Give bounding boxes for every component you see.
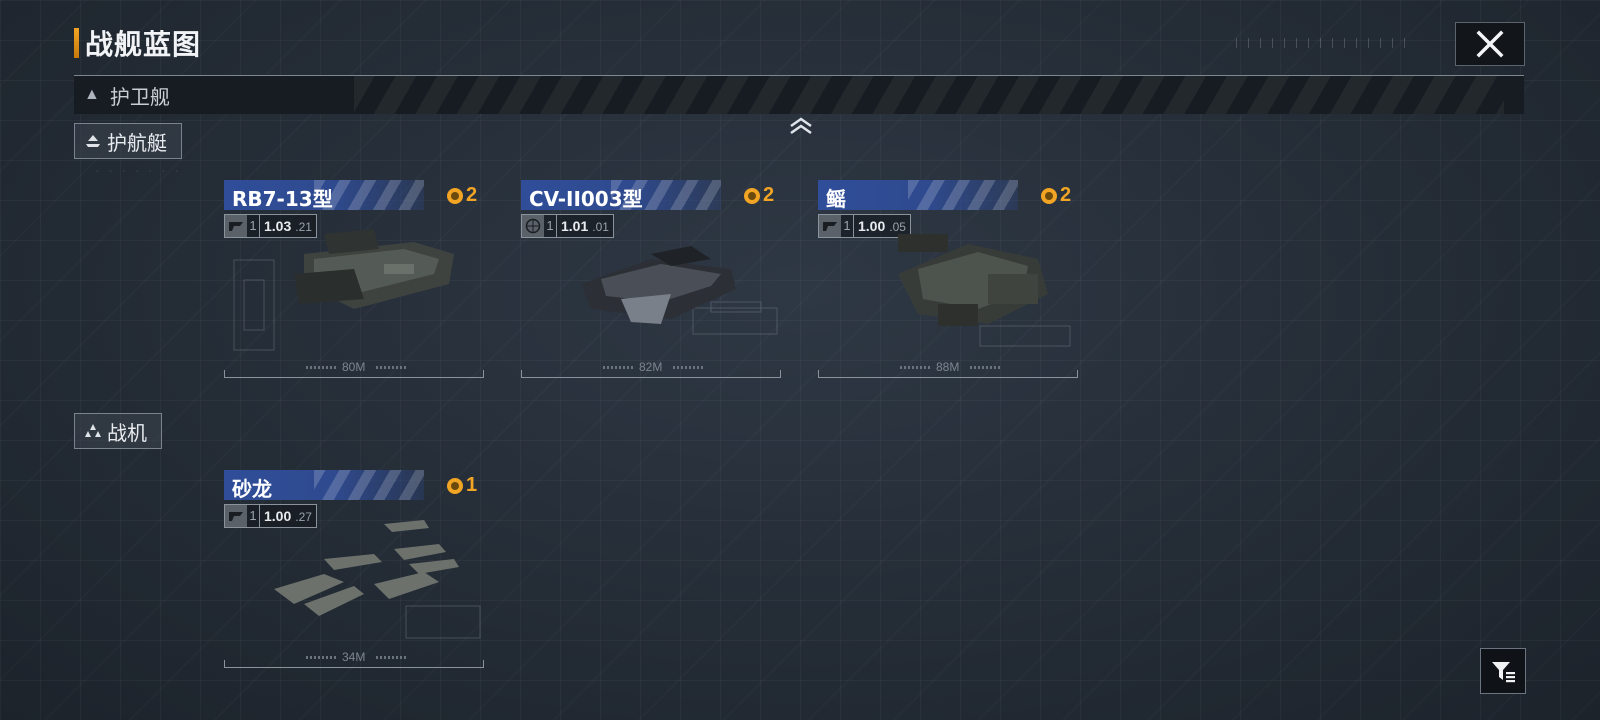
tier-value: 1 <box>247 505 260 527</box>
length-scale: 82M <box>521 360 781 380</box>
command-cost-icon <box>1041 187 1057 204</box>
cost-badge: 2 <box>1040 184 1071 207</box>
length-scale: 88M <box>818 360 1078 380</box>
cost-value: 2 <box>1060 184 1072 206</box>
close-button[interactable] <box>1455 22 1525 66</box>
cost-badge: 1 <box>446 474 477 497</box>
triangle-icon: ▲ <box>84 86 100 103</box>
tier-value: 1 <box>544 215 557 237</box>
category-label: 护卫舰 <box>109 84 170 109</box>
ship-model-image <box>274 520 459 616</box>
ship-length: 88M <box>936 360 960 374</box>
tier-value: 1 <box>841 215 854 237</box>
section-tab-escort[interactable]: 护航艇 <box>74 123 182 159</box>
ship-name: 鳐 <box>826 187 846 211</box>
cost-badge: 2 <box>743 184 774 207</box>
page-header: 战舰蓝图 <box>74 26 202 61</box>
escort-boat-icon <box>86 135 100 147</box>
ship-name: CV-II003型 <box>529 187 643 211</box>
globe-icon <box>522 215 544 237</box>
ship-card-rb7-13[interactable]: RB7-13型 2 1 1.03 .21 80M <box>224 180 486 380</box>
ship-length: 34M <box>342 650 366 664</box>
cost-value: 2 <box>763 184 775 206</box>
tier-value: 1 <box>247 215 260 237</box>
filter-button[interactable] <box>1480 648 1526 694</box>
close-icon <box>1476 30 1504 58</box>
ship-length: 80M <box>342 360 366 374</box>
ship-model-image <box>898 234 1048 326</box>
faction-emblem-icon <box>819 215 841 237</box>
command-cost-icon <box>447 477 463 494</box>
cost-value: 2 <box>466 184 478 206</box>
ship-length: 82M <box>639 360 663 374</box>
ship-name: RB7-13型 <box>232 187 333 211</box>
section-label: 战机 <box>107 420 147 445</box>
cost-value: 1 <box>466 474 478 496</box>
decorative-ticks <box>1236 38 1416 48</box>
ship-card-cv-ii003[interactable]: CV-II003型 2 1 1.01 .01 82M <box>521 180 783 380</box>
ship-card-ray[interactable]: 鳐 2 1 1.00 .05 88M <box>818 180 1080 380</box>
length-scale: 34M <box>224 650 484 670</box>
faction-emblem-icon <box>225 215 247 237</box>
collapse-chevron-icon[interactable] <box>788 116 814 138</box>
ghost-text: · · · · · · · <box>94 165 181 178</box>
command-cost-icon <box>447 187 463 204</box>
cost-badge: 2 <box>446 184 477 207</box>
ship-model-image <box>294 229 454 309</box>
filter-icon <box>1492 662 1515 683</box>
ship-name: 砂龙 <box>232 477 272 501</box>
section-tab-fighter[interactable]: 战机 <box>74 413 162 449</box>
section-label: 护航艇 <box>107 130 167 155</box>
category-header-frigate[interactable]: ▲ 护卫舰 <box>74 76 1524 114</box>
command-cost-icon <box>744 187 760 204</box>
length-scale: 80M <box>224 360 484 380</box>
ship-model-image <box>581 246 736 324</box>
category-stripes <box>354 76 1504 114</box>
card-name-bar <box>818 180 1018 210</box>
fighter-icon <box>85 424 101 437</box>
faction-emblem-icon <box>225 505 247 527</box>
title-accent-bar <box>74 28 79 58</box>
page-title: 战舰蓝图 <box>85 28 202 61</box>
ship-card-sand-dragon[interactable]: 砂龙 1 1 1.00 .27 34M <box>224 470 486 670</box>
